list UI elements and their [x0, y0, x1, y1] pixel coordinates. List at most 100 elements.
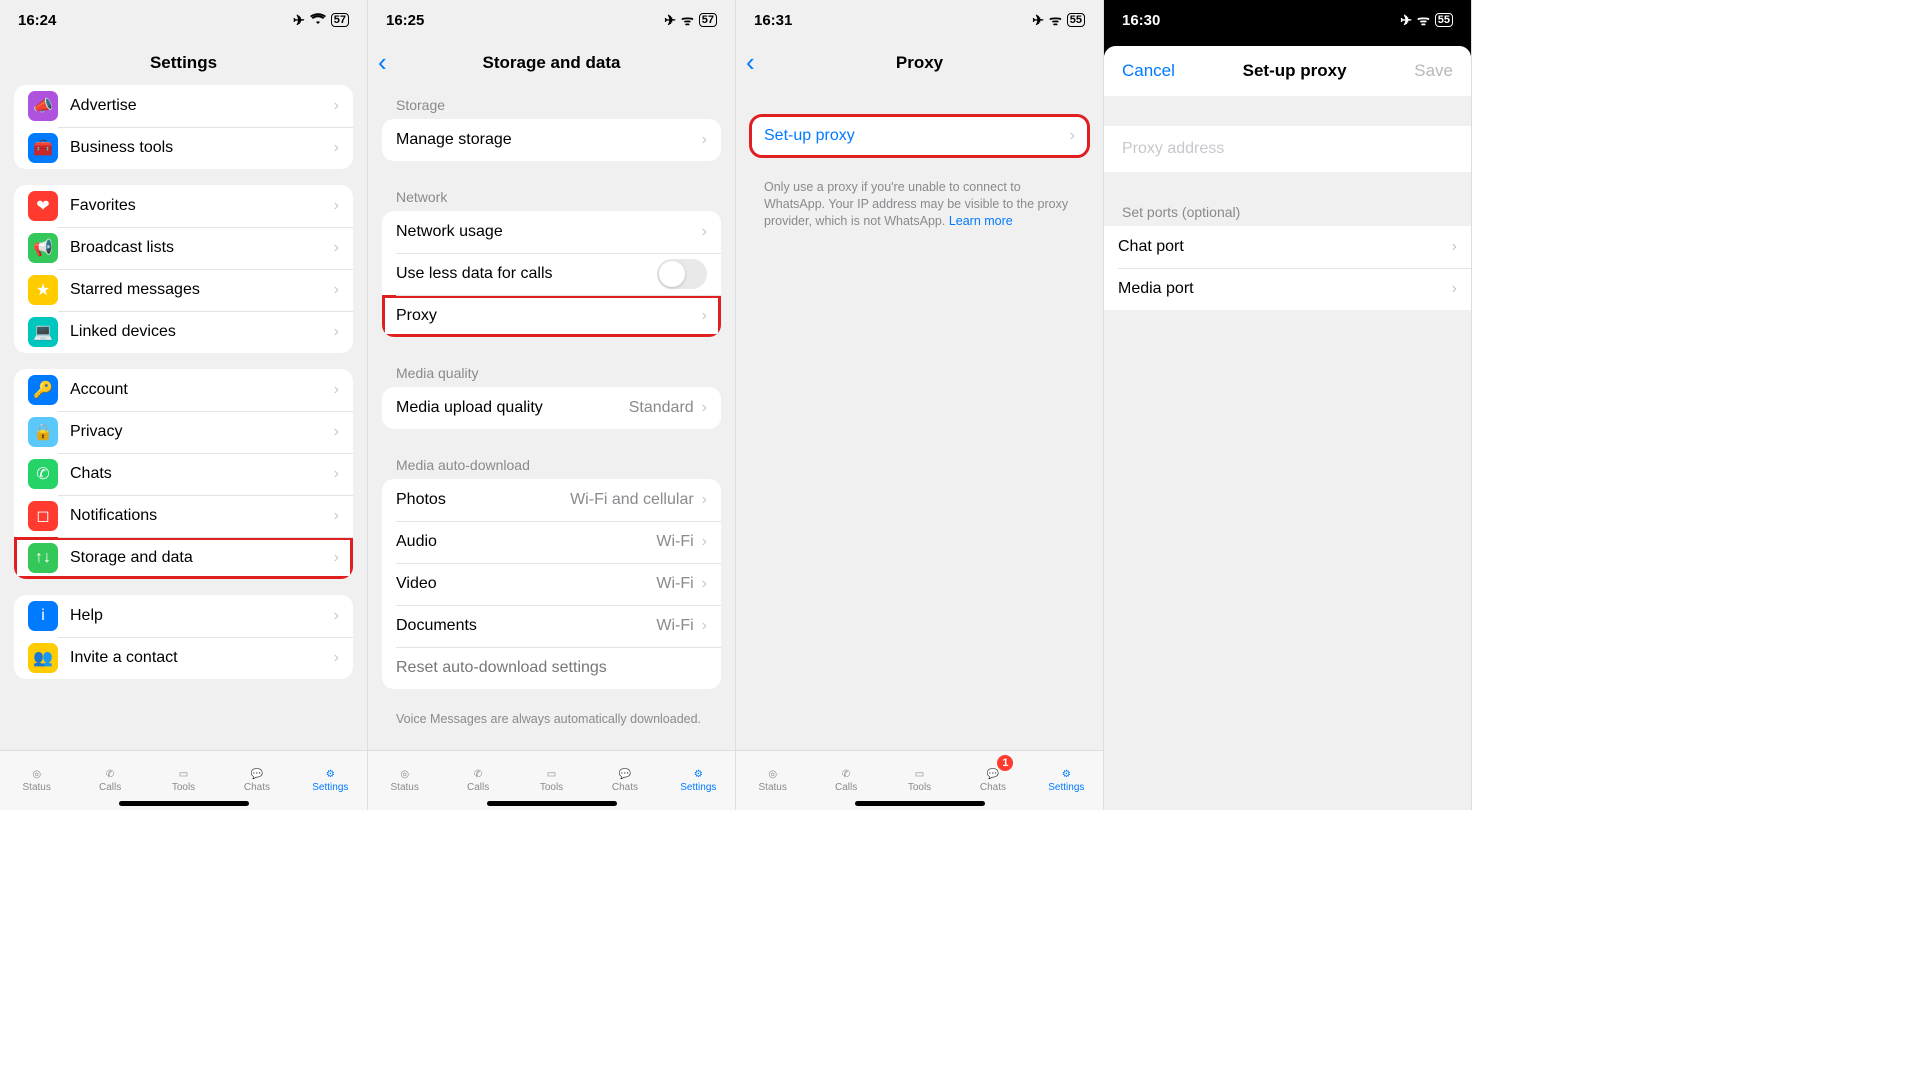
row-reset-autodl[interactable]: Reset auto-download settings [382, 647, 721, 689]
row-label: Help [70, 607, 334, 625]
row-video[interactable]: Video Wi-Fi › [382, 563, 721, 605]
store-icon: ▭ [915, 769, 924, 780]
row-privacy[interactable]: 🔒 Privacy › [14, 411, 353, 453]
row-advertise[interactable]: 📣 Advertise › [14, 85, 353, 127]
group-lists: ❤ Favorites › 📢 Broadcast lists › ★ Star… [14, 185, 353, 353]
info-icon: i [28, 601, 58, 631]
row-value: Wi-Fi and cellular [570, 491, 694, 509]
people-icon: 👥 [28, 643, 58, 673]
chevron-right-icon: › [334, 381, 339, 399]
page-title: Proxy [896, 53, 943, 73]
back-button[interactable]: ‹ [746, 47, 755, 78]
row-audio[interactable]: Audio Wi-Fi › [382, 521, 721, 563]
nav-bar: ‹ Storage and data [368, 40, 735, 85]
row-chats[interactable]: ✆ Chats › [14, 453, 353, 495]
devices-icon: 💻 [28, 317, 58, 347]
row-help[interactable]: i Help › [14, 595, 353, 637]
tab-settings[interactable]: ⚙Settings [294, 751, 367, 810]
row-notifications[interactable]: ◻︎ Notifications › [14, 495, 353, 537]
row-documents[interactable]: Documents Wi-Fi › [382, 605, 721, 647]
voice-note: Voice Messages are always automatically … [382, 705, 721, 728]
home-indicator [855, 801, 985, 806]
row-label: Notifications [70, 507, 334, 525]
row-account[interactable]: 🔑 Account › [14, 369, 353, 411]
screen-setup-proxy: 16:30 ✈︎ ᯤ 55 Cancel Set-up proxy Save P… [1104, 0, 1472, 810]
chevron-right-icon: › [702, 575, 707, 593]
screen-proxy: 16:31 ✈︎ ᯤ 55 ‹ Proxy Set-up proxy › Onl… [736, 0, 1104, 810]
modal-title: Set-up proxy [1243, 61, 1347, 81]
battery-icon: 55 [1067, 13, 1085, 27]
row-use-less-data[interactable]: Use less data for calls [382, 253, 721, 295]
cancel-button[interactable]: Cancel [1122, 61, 1175, 81]
status-time: 16:24 [18, 12, 56, 29]
row-label: Use less data for calls [396, 265, 657, 283]
row-label: Privacy [70, 423, 334, 441]
row-value: Wi-Fi [656, 575, 693, 593]
tab-status[interactable]: ◎Status [736, 751, 809, 810]
row-proxy[interactable]: Proxy › [382, 295, 721, 337]
row-media-upload-quality[interactable]: Media upload quality Standard › [382, 387, 721, 429]
tab-status[interactable]: ◎Status [0, 751, 73, 810]
chevron-right-icon: › [702, 491, 707, 509]
badge: 1 [997, 755, 1013, 771]
learn-more-link[interactable]: Learn more [949, 214, 1013, 228]
screen-storage-data: 16:25 ✈︎ ᯤ 57 ‹ Storage and data Storage… [368, 0, 736, 810]
row-label: Audio [396, 533, 656, 551]
page-title: Storage and data [483, 53, 621, 73]
back-button[interactable]: ‹ [378, 47, 387, 78]
tab-label: Settings [680, 782, 716, 793]
row-linked-devices[interactable]: 💻 Linked devices › [14, 311, 353, 353]
tab-label: Calls [467, 782, 489, 793]
row-chat-port[interactable]: Chat port › [1104, 226, 1471, 268]
status-right: ✈︎ ᯤ 55 [1032, 11, 1085, 30]
status-time: 16:25 [386, 12, 424, 29]
tab-settings[interactable]: ⚙Settings [662, 751, 735, 810]
home-indicator [119, 801, 249, 806]
tab-label: Settings [312, 782, 348, 793]
row-network-usage[interactable]: Network usage › [382, 211, 721, 253]
row-label: Network usage [396, 223, 702, 241]
row-starred[interactable]: ★ Starred messages › [14, 269, 353, 311]
tab-label: Tools [172, 782, 195, 793]
row-label: Media port [1118, 280, 1452, 298]
phone-icon: ✆ [842, 769, 850, 780]
row-label: Media upload quality [396, 399, 629, 417]
row-label: Chats [70, 465, 334, 483]
tab-settings[interactable]: ⚙Settings [1030, 751, 1103, 810]
row-label: Starred messages [70, 281, 334, 299]
tab-label: Status [391, 782, 419, 793]
status-right: ✈︎ 57 [293, 12, 349, 29]
row-manage-storage[interactable]: Manage storage › [382, 119, 721, 161]
row-favorites[interactable]: ❤ Favorites › [14, 185, 353, 227]
phone-icon: ✆ [106, 769, 114, 780]
toggle-use-less-data[interactable] [657, 259, 707, 289]
row-photos[interactable]: Photos Wi-Fi and cellular › [382, 479, 721, 521]
airplane-icon: ✈︎ [664, 12, 676, 29]
status-bar: 16:24 ✈︎ 57 [0, 0, 367, 40]
row-label: Storage and data [70, 549, 334, 567]
row-storage-and-data[interactable]: ↑↓ Storage and data › [14, 537, 353, 579]
row-invite[interactable]: 👥 Invite a contact › [14, 637, 353, 679]
briefcase-icon: 🧰 [28, 133, 58, 163]
row-label: Proxy [396, 307, 702, 325]
chevron-right-icon: › [702, 223, 707, 241]
row-business-tools[interactable]: 🧰 Business tools › [14, 127, 353, 169]
screen-settings: 16:24 ✈︎ 57 Settings 📣 Advertise › 🧰 Bus… [0, 0, 368, 810]
proxy-content: Set-up proxy › Only use a proxy if you'r… [736, 85, 1103, 750]
chevron-right-icon: › [702, 533, 707, 551]
tab-label: Tools [908, 782, 931, 793]
chevron-right-icon: › [702, 399, 707, 417]
chevron-right-icon: › [334, 423, 339, 441]
row-media-port[interactable]: Media port › [1104, 268, 1471, 310]
airplane-icon: ✈︎ [1400, 12, 1412, 29]
tab-label: Chats [980, 782, 1006, 793]
status-right: ✈︎ ᯤ 57 [664, 11, 717, 30]
group-main: 🔑 Account › 🔒 Privacy › ✆ Chats › ◻︎ Not… [14, 369, 353, 579]
row-broadcast[interactable]: 📢 Broadcast lists › [14, 227, 353, 269]
row-setup-proxy[interactable]: Set-up proxy › [750, 115, 1089, 157]
save-button[interactable]: Save [1414, 61, 1453, 81]
tab-status[interactable]: ◎Status [368, 751, 441, 810]
proxy-address-input[interactable]: Proxy address [1104, 126, 1471, 172]
section-network: Network [382, 177, 721, 211]
home-indicator [487, 801, 617, 806]
